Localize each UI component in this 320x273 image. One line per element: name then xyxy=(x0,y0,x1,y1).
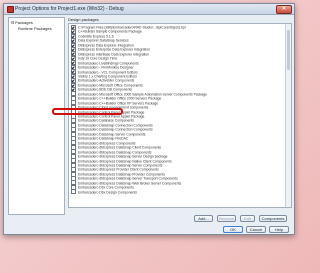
highlight-annotation xyxy=(52,108,123,115)
tree-item-packages[interactable]: ⊟ Packages xyxy=(11,20,33,25)
options-tree: ⊟ Packages Runtime Packages xyxy=(8,17,65,215)
project-options-dialog: Project Options for Project1.exe (Win32)… xyxy=(3,3,295,235)
add-button[interactable]: Add... xyxy=(194,215,213,222)
tree-item-runtime-packages[interactable]: Runtime Packages xyxy=(18,26,52,31)
tree-item-label: Runtime Packages xyxy=(18,26,52,31)
package-checkbox[interactable] xyxy=(71,189,76,195)
package-label: Embarcadero Dbx Design Components xyxy=(78,190,137,195)
edit-button[interactable]: Edit xyxy=(240,215,255,222)
tree-item-label: Packages xyxy=(15,20,33,25)
ok-button[interactable]: OK xyxy=(223,226,243,233)
close-button[interactable]: ✕ xyxy=(276,5,292,14)
window-title: Project Options for Project1.exe (Win32)… xyxy=(15,6,124,12)
list-scrollbar[interactable] xyxy=(285,24,291,207)
scrollbar-thumb[interactable] xyxy=(287,30,290,70)
package-row[interactable]: Embarcadero Dbx Design Components xyxy=(71,189,285,195)
collapse-icon[interactable]: ⊟ xyxy=(11,20,14,25)
cancel-button[interactable]: Cancel xyxy=(246,226,266,233)
design-packages-title: Design packages xyxy=(68,17,99,22)
design-packages-list[interactable]: C:\Program Files (x86)\Embarcadero\RAD S… xyxy=(68,23,292,208)
help-button[interactable]: Help xyxy=(269,226,289,233)
remove-button[interactable]: Remove xyxy=(217,215,236,222)
title-bar: Project Options for Project1.exe (Win32)… xyxy=(4,4,294,15)
components-button[interactable]: Components xyxy=(259,215,287,222)
app-icon xyxy=(7,6,14,13)
